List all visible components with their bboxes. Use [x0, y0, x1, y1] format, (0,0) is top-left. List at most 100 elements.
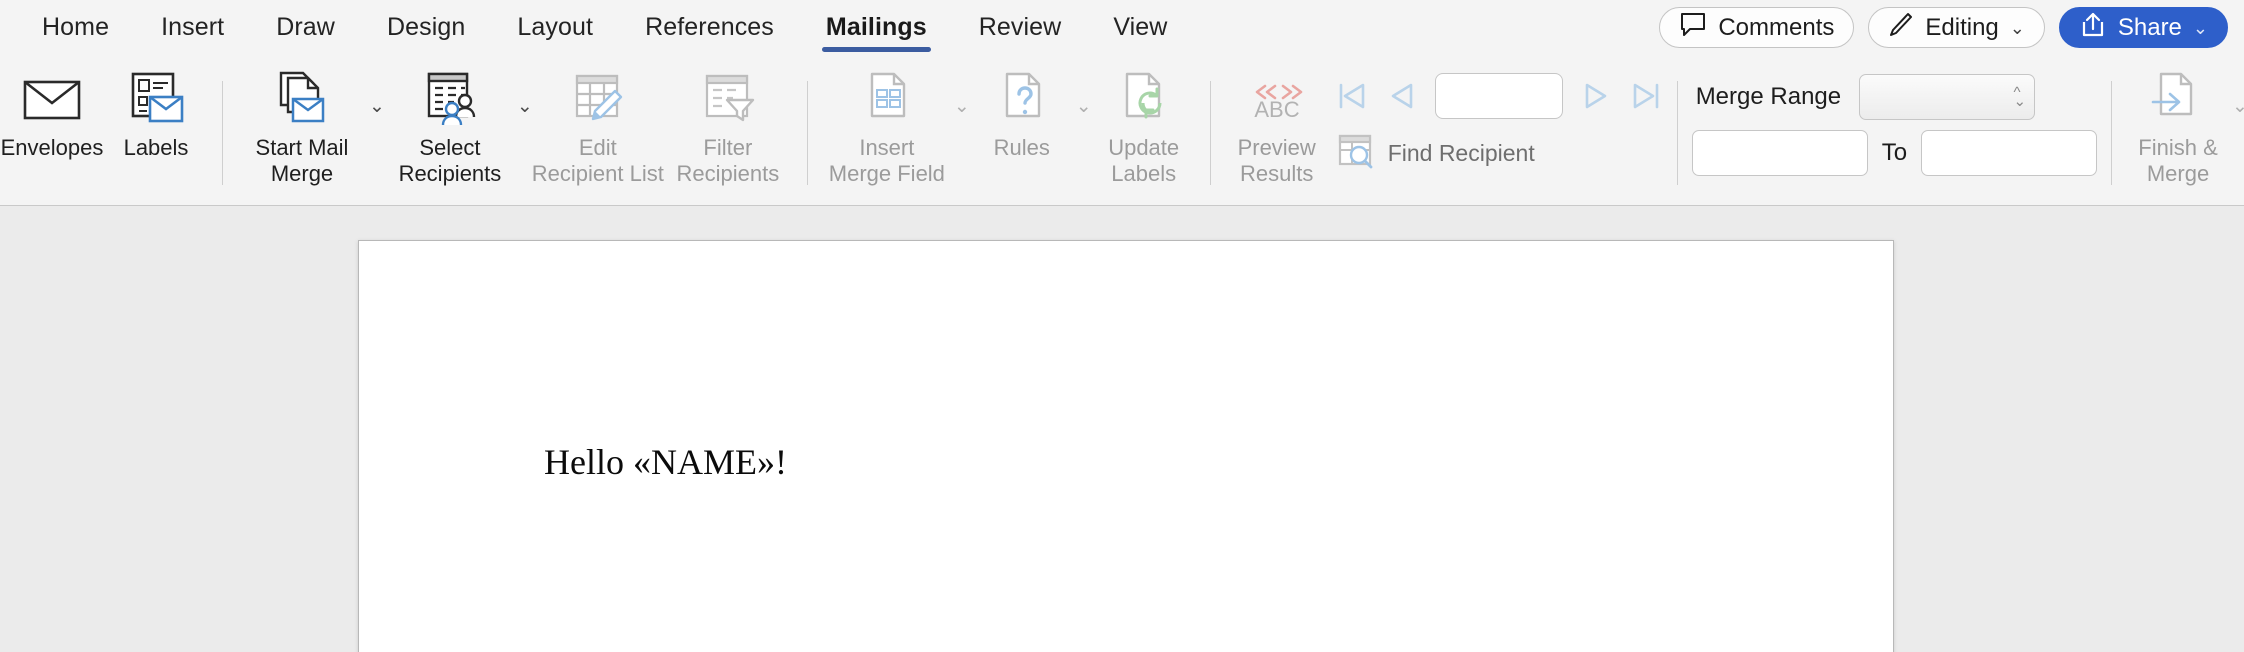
start-mail-merge-icon: [271, 67, 333, 129]
chevron-down-icon[interactable]: ⌄: [2010, 19, 2025, 37]
tab-home-label: Home: [42, 13, 110, 41]
comments-button[interactable]: Comments: [1659, 7, 1855, 48]
select-recipients-icon: [419, 67, 481, 129]
tab-mailings[interactable]: Mailings: [800, 0, 953, 55]
comments-label: Comments: [1718, 13, 1835, 41]
ribbon-group-start-mail-merge: Start Mail Merge ⌄ Select Recipients ⌄ E…: [237, 61, 793, 203]
next-record-button[interactable]: [1579, 79, 1613, 113]
rules-label: Rules: [993, 135, 1050, 160]
filter-recipients-label: Filter Recipients: [676, 135, 780, 186]
start-mail-merge-label: Start Mail Merge: [255, 135, 349, 186]
group-divider: [2111, 81, 2113, 185]
ribbon-group-finish: Finish & Merge ⌄: [2126, 61, 2244, 203]
merge-range-row-top: Merge Range ^ ⌄: [1692, 69, 2097, 125]
envelope-icon: [22, 67, 82, 129]
merge-range-to-input[interactable]: [1921, 130, 2098, 176]
chevron-down-icon[interactable]: ⌄: [954, 95, 970, 118]
chevron-down-icon[interactable]: ⌄: [369, 95, 385, 118]
ribbon-group-write-insert-fields: Insert Merge Field ⌄ Rules ⌄ Update Labe…: [822, 61, 1196, 203]
comment-bubble-icon: [1679, 11, 1707, 45]
merge-range-row-bottom: To: [1691, 125, 2098, 181]
document-page[interactable]: Hello «NAME»!: [358, 240, 1894, 652]
filter-recipients-icon: [697, 67, 759, 129]
chevron-down-icon[interactable]: ⌄: [517, 95, 533, 118]
group-divider: [1676, 81, 1678, 185]
preview-results-abc-icon: ABC: [1243, 67, 1311, 129]
tab-insert[interactable]: Insert: [135, 0, 250, 55]
rules-button[interactable]: Rules: [970, 61, 1074, 199]
tab-draw-label: Draw: [276, 13, 335, 41]
last-record-button[interactable]: [1629, 79, 1663, 113]
ribbon-group-create: Envelopes Labels: [0, 61, 208, 203]
update-labels-button[interactable]: Update Labels: [1092, 61, 1196, 199]
tab-draw[interactable]: Draw: [250, 0, 361, 55]
merge-range-label: Merge Range: [1695, 83, 1842, 110]
first-record-button[interactable]: [1335, 79, 1369, 113]
group-divider: [806, 81, 808, 185]
insert-merge-field-button[interactable]: Insert Merge Field: [822, 61, 952, 199]
ribbon-group-preview-results: ABC Preview Results Find Recipient: [1225, 61, 1663, 203]
insert-merge-field-label: Insert Merge Field: [828, 135, 945, 186]
group-divider: [222, 81, 223, 185]
group-divider: [1209, 81, 1211, 185]
finish-and-merge-button[interactable]: Finish & Merge: [2126, 61, 2230, 199]
stepper-arrows-icon[interactable]: ^ ⌄: [2014, 85, 2027, 109]
document-body-text[interactable]: Hello «NAME»!: [544, 441, 787, 483]
editing-button[interactable]: Editing ⌄: [1868, 7, 2045, 48]
tab-layout[interactable]: Layout: [491, 0, 619, 55]
rules-control: Rules ⌄: [970, 61, 1092, 199]
tab-design[interactable]: Design: [361, 0, 491, 55]
tab-strip: Home Insert Draw Design Layout Reference…: [0, 0, 2244, 55]
select-recipients-button[interactable]: Select Recipients: [385, 61, 515, 199]
find-recipient-label: Find Recipient: [1387, 140, 1535, 166]
preview-results-label: Preview Results: [1237, 135, 1316, 186]
stepper-down-icon[interactable]: ⌄: [2014, 94, 2027, 109]
edit-recipient-list-button[interactable]: Edit Recipient List: [532, 61, 664, 199]
tab-references-label: References: [645, 13, 774, 41]
previous-record-button[interactable]: [1385, 79, 1419, 113]
document-canvas[interactable]: Hello «NAME»!: [0, 206, 2244, 652]
ribbon-commands: Envelopes Labels Start Mail Merge ⌄ Sele…: [0, 55, 2244, 205]
tab-view-label: View: [1113, 13, 1168, 41]
preview-results-button[interactable]: ABC Preview Results: [1225, 61, 1329, 199]
tab-layout-label: Layout: [517, 13, 594, 41]
start-mail-merge-control: Start Mail Merge ⌄: [237, 61, 385, 199]
tab-review-label: Review: [978, 13, 1062, 41]
tab-home[interactable]: Home: [16, 0, 135, 55]
tab-list: Home Insert Draw Design Layout Reference…: [16, 0, 1193, 55]
ribbon-area: Home Insert Draw Design Layout Reference…: [0, 0, 2244, 206]
merge-range-stepper[interactable]: ^ ⌄: [1859, 74, 2036, 120]
tab-insert-label: Insert: [161, 13, 225, 41]
finish-and-merge-control: Finish & Merge ⌄: [2126, 61, 2244, 199]
rules-icon: [993, 67, 1051, 129]
labels-button[interactable]: Labels: [104, 61, 208, 199]
recipient-navigation-row: [1329, 65, 1663, 127]
chevron-down-icon[interactable]: ⌄: [2232, 95, 2244, 118]
tab-view[interactable]: View: [1087, 0, 1193, 55]
find-recipient-button[interactable]: Find Recipient: [1329, 133, 1535, 174]
insert-merge-field-icon: [858, 67, 916, 129]
start-mail-merge-button[interactable]: Start Mail Merge: [237, 61, 367, 199]
recipient-navigation-group: Find Recipient: [1329, 61, 1663, 174]
finish-and-merge-icon: [2147, 67, 2209, 129]
record-number-input[interactable]: [1434, 73, 1563, 119]
labels-icon: [126, 67, 186, 129]
filter-recipients-button[interactable]: Filter Recipients: [663, 61, 793, 199]
chevron-down-icon[interactable]: ⌄: [2193, 19, 2208, 37]
edit-recipient-list-label: Edit Recipient List: [531, 135, 664, 186]
merge-range-to-label: To: [1881, 139, 1908, 166]
tab-review[interactable]: Review: [953, 0, 1088, 55]
select-recipients-control: Select Recipients ⌄: [385, 61, 533, 199]
edit-recipient-list-icon: [567, 67, 629, 129]
chevron-down-icon[interactable]: ⌄: [1076, 95, 1092, 118]
pencil-icon: [1888, 11, 1914, 45]
svg-text:ABC: ABC: [1254, 97, 1299, 122]
merge-range-from-input[interactable]: [1691, 130, 1868, 176]
share-icon: [2079, 11, 2107, 45]
envelopes-button[interactable]: Envelopes: [0, 61, 104, 199]
share-button[interactable]: Share ⌄: [2058, 7, 2228, 48]
share-label: Share: [2117, 13, 2182, 41]
word-window: Home Insert Draw Design Layout Reference…: [0, 0, 2244, 652]
finish-and-merge-label: Finish & Merge: [2138, 135, 2218, 186]
tab-references[interactable]: References: [619, 0, 800, 55]
